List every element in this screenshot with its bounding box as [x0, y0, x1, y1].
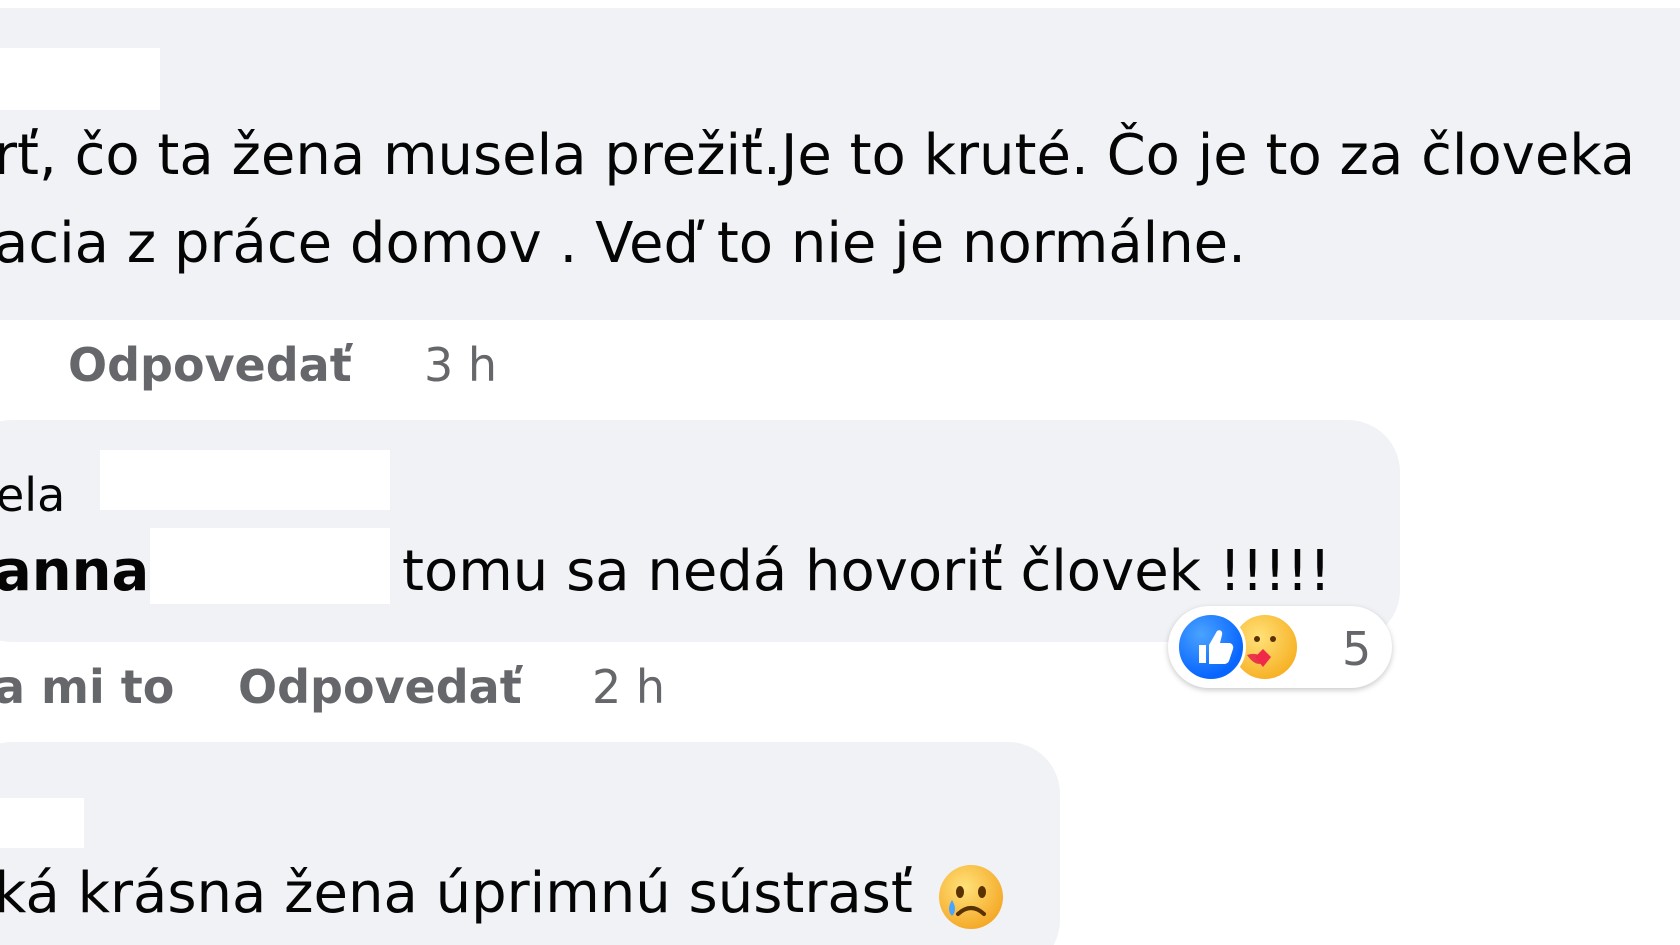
comment-text-line: acia z práce domov . Veď to nie je normá…	[0, 211, 1246, 276]
like-button[interactable]: a mi to	[0, 664, 174, 710]
comment-text: tomu sa nedá hovoriť človek !!!!!	[402, 539, 1332, 604]
comments-thread: rť, čo ta žena musela prežiť.Je to kruté…	[0, 0, 1680, 945]
redacted-author-name	[0, 48, 160, 110]
reaction-count: 5	[1342, 622, 1372, 676]
redacted-mention	[150, 528, 390, 604]
reply-button[interactable]: Odpovedať	[238, 664, 522, 710]
comment-text-line: rť, čo ta žena musela prežiť.Je to kruté…	[0, 123, 1636, 188]
comment-author-name[interactable]: ela	[0, 472, 65, 518]
redacted-author-name	[100, 450, 390, 510]
redacted-author-name	[0, 798, 84, 848]
mentioned-user[interactable]: anna	[0, 544, 149, 600]
like-icon	[1176, 612, 1246, 682]
comment-text: ká krásna žena úprimnú sústrasť	[0, 861, 913, 926]
comment-timestamp[interactable]: 3 h	[424, 342, 497, 388]
reactions-summary[interactable]: 5	[1168, 606, 1392, 688]
comment-timestamp[interactable]: 2 h	[592, 664, 665, 710]
reply-button[interactable]: Odpovedať	[68, 342, 352, 388]
crying-face-icon	[936, 862, 1006, 932]
